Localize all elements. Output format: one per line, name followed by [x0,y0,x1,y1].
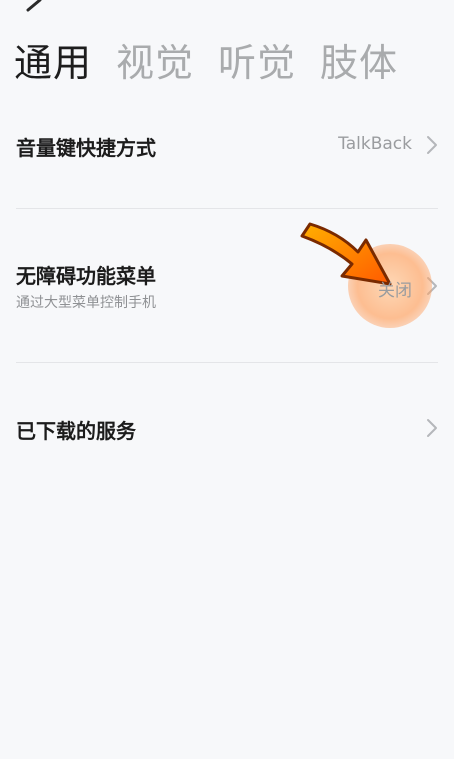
accessibility-menu-status: 关闭 [378,281,412,301]
chevron-right-icon [427,419,437,437]
volume-shortcut-value: TalkBack [338,134,412,154]
divider [16,362,438,363]
accessibility-menu-title: 无障碍功能菜单 [16,264,156,288]
volume-shortcut-row[interactable]: 音量键快捷方式 TalkBack [0,120,454,170]
downloaded-services-title: 已下载的服务 [16,419,136,443]
tab-hearing[interactable]: 听觉 [218,36,296,90]
accessibility-menu-row[interactable]: 无障碍功能菜单 通过大型菜单控制手机 关闭 [0,250,454,320]
volume-shortcut-title: 音量键快捷方式 [16,136,156,160]
tab-vision[interactable]: 视觉 [116,36,194,90]
divider [16,208,438,209]
category-tabs: 通用 视觉 听觉 肢体 [14,36,398,90]
back-arrow-icon [26,0,42,12]
downloaded-services-row[interactable]: 已下载的服务 [0,405,454,455]
accessibility-menu-subtitle: 通过大型菜单控制手机 [16,295,156,311]
tab-general[interactable]: 通用 [14,36,92,90]
back-button[interactable] [14,0,48,24]
tab-physical[interactable]: 肢体 [320,36,398,90]
chevron-right-icon [427,277,437,295]
chevron-right-icon [427,136,437,154]
top-bar [0,0,454,30]
